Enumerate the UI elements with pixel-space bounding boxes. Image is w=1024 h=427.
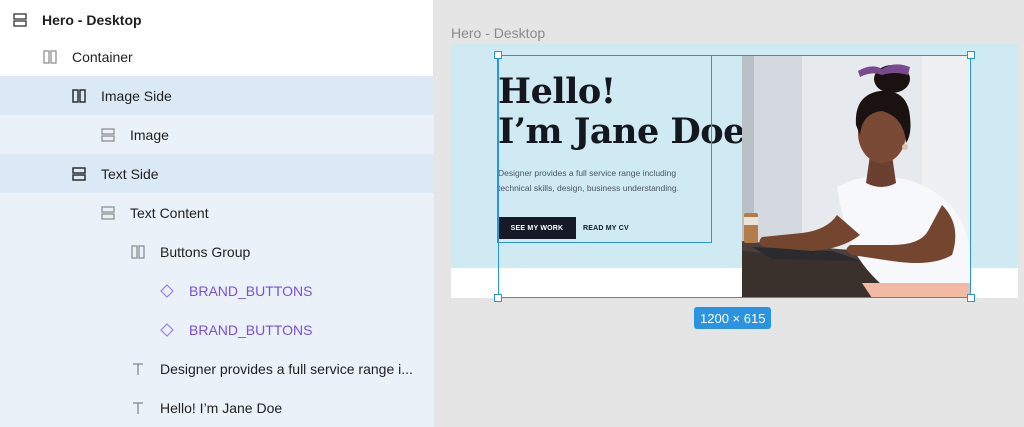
vertical-autolayout-icon xyxy=(71,166,87,182)
resize-handle-top-right[interactable] xyxy=(967,51,975,59)
text-icon xyxy=(130,400,146,416)
layer-label: Image xyxy=(130,126,169,143)
frame-icon xyxy=(12,12,28,28)
layer-label: Image Side xyxy=(101,87,172,104)
resize-handle-bottom-left[interactable] xyxy=(494,294,502,302)
layer-row-text-content[interactable]: Text Content xyxy=(0,193,434,232)
layer-row-image[interactable]: Image xyxy=(0,115,434,154)
layer-row-brand-buttons-2[interactable]: BRAND_BUTTONS xyxy=(0,310,434,349)
layer-label: Text Content xyxy=(130,204,209,221)
resize-handle-top-left[interactable] xyxy=(494,51,502,59)
component-instance-icon xyxy=(159,283,175,299)
vertical-autolayout-icon xyxy=(100,127,116,143)
layer-label: Text Side xyxy=(101,165,159,182)
layer-row-text-side[interactable]: Text Side xyxy=(0,154,434,193)
layer-row-hello-text[interactable]: Hello! I’m Jane Doe xyxy=(0,388,434,427)
layer-row-buttons-group[interactable]: Buttons Group xyxy=(0,232,434,271)
component-instance-icon xyxy=(159,322,175,338)
layer-label: BRAND_BUTTONS xyxy=(189,321,313,338)
horizontal-autolayout-icon xyxy=(130,244,146,260)
horizontal-autolayout-icon xyxy=(42,49,58,65)
layer-row-hero-desktop[interactable]: Hero - Desktop xyxy=(0,0,434,39)
text-icon xyxy=(130,361,146,377)
layer-row-container[interactable]: Container xyxy=(0,37,434,76)
layer-label: Container xyxy=(72,48,133,65)
layer-label: Hello! I’m Jane Doe xyxy=(160,399,283,416)
resize-handle-bottom-right[interactable] xyxy=(967,294,975,302)
layer-label: Buttons Group xyxy=(160,243,251,260)
layers-panel: Hero - Desktop Container Image Side Imag… xyxy=(0,0,434,427)
layer-label: Designer provides a full service range i… xyxy=(160,360,413,377)
dimension-badge: 1200 × 615 xyxy=(694,307,772,329)
horizontal-autolayout-icon xyxy=(71,88,87,104)
layer-row-designer-text[interactable]: Designer provides a full service range i… xyxy=(0,349,434,388)
selection-outline xyxy=(498,55,971,298)
vertical-autolayout-icon xyxy=(100,205,116,221)
layer-row-image-side[interactable]: Image Side xyxy=(0,76,434,115)
layer-row-brand-buttons-1[interactable]: BRAND_BUTTONS xyxy=(0,271,434,310)
layer-label: BRAND_BUTTONS xyxy=(189,282,313,299)
layer-label: Hero - Desktop xyxy=(42,11,142,28)
frame-label[interactable]: Hero - Desktop xyxy=(451,25,545,41)
